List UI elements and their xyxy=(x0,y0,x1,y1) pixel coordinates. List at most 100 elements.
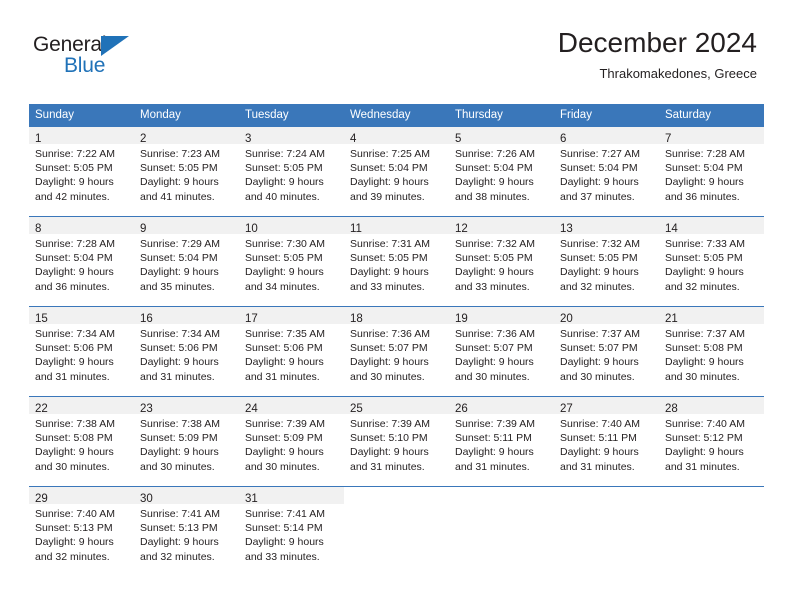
day-cell[interactable]: 15 Sunrise: 7:34 AM Sunset: 5:06 PM Dayl… xyxy=(29,306,134,397)
page-title: December 2024 xyxy=(557,27,757,58)
daylight-line-1: Daylight: 9 hours xyxy=(140,266,219,279)
day-cell[interactable]: 26 Sunrise: 7:39 AM Sunset: 5:11 PM Dayl… xyxy=(449,396,554,487)
weekday-header-tuesday: Tuesday xyxy=(239,104,344,127)
daylight-line-1: Daylight: 9 hours xyxy=(455,356,534,369)
daylight-line-1: Daylight: 9 hours xyxy=(35,446,114,459)
day-number: 31 xyxy=(245,493,258,505)
day-cell[interactable]: 12 Sunrise: 7:32 AM Sunset: 5:05 PM Dayl… xyxy=(449,216,554,307)
daylight-line-1: Daylight: 9 hours xyxy=(350,176,429,189)
daylight-line-1: Daylight: 9 hours xyxy=(140,176,219,189)
sunset-line: Sunset: 5:05 PM xyxy=(350,252,428,265)
day-cell-empty xyxy=(554,486,659,576)
day-cell[interactable]: 10 Sunrise: 7:30 AM Sunset: 5:05 PM Dayl… xyxy=(239,216,344,307)
daylight-line-2: and 31 minutes. xyxy=(140,370,215,383)
day-number: 10 xyxy=(245,223,258,235)
day-cell[interactable]: 9 Sunrise: 7:29 AM Sunset: 5:04 PM Dayli… xyxy=(134,216,239,307)
day-number: 24 xyxy=(245,403,258,415)
day-cell[interactable]: 22 Sunrise: 7:38 AM Sunset: 5:08 PM Dayl… xyxy=(29,396,134,487)
day-details: Sunrise: 7:38 AM Sunset: 5:09 PM Dayligh… xyxy=(134,414,239,474)
day-cell[interactable]: 11 Sunrise: 7:31 AM Sunset: 5:05 PM Dayl… xyxy=(344,216,449,307)
day-number-band xyxy=(449,487,554,504)
daylight-line-2: and 34 minutes. xyxy=(245,280,320,293)
sunset-line: Sunset: 5:04 PM xyxy=(140,252,218,265)
day-number: 4 xyxy=(350,133,357,145)
sunrise-line: Sunrise: 7:28 AM xyxy=(665,148,745,160)
sunset-line: Sunset: 5:08 PM xyxy=(35,432,113,445)
day-number-band: 2 xyxy=(134,127,239,145)
day-number: 27 xyxy=(560,403,573,415)
day-number-band: 22 xyxy=(29,397,134,415)
day-cell[interactable]: 1 Sunrise: 7:22 AM Sunset: 5:05 PM Dayli… xyxy=(29,127,134,217)
day-number-band: 3 xyxy=(239,127,344,145)
day-cell[interactable]: 25 Sunrise: 7:39 AM Sunset: 5:10 PM Dayl… xyxy=(344,396,449,487)
day-cell[interactable]: 23 Sunrise: 7:38 AM Sunset: 5:09 PM Dayl… xyxy=(134,396,239,487)
day-details: Sunrise: 7:40 AM Sunset: 5:13 PM Dayligh… xyxy=(29,504,134,564)
sunrise-line: Sunrise: 7:33 AM xyxy=(665,238,745,250)
day-cell[interactable]: 21 Sunrise: 7:37 AM Sunset: 5:08 PM Dayl… xyxy=(659,306,764,397)
day-details: Sunrise: 7:39 AM Sunset: 5:10 PM Dayligh… xyxy=(344,414,449,474)
day-details: Sunrise: 7:36 AM Sunset: 5:07 PM Dayligh… xyxy=(449,324,554,384)
sunrise-line: Sunrise: 7:41 AM xyxy=(140,508,220,520)
daylight-line-2: and 36 minutes. xyxy=(35,280,110,293)
daylight-line-2: and 30 minutes. xyxy=(245,460,320,473)
daylight-line-1: Daylight: 9 hours xyxy=(665,356,744,369)
day-details: Sunrise: 7:41 AM Sunset: 5:13 PM Dayligh… xyxy=(134,504,239,564)
day-cell[interactable]: 4 Sunrise: 7:25 AM Sunset: 5:04 PM Dayli… xyxy=(344,127,449,217)
day-number: 11 xyxy=(350,223,362,235)
day-cell[interactable]: 17 Sunrise: 7:35 AM Sunset: 5:06 PM Dayl… xyxy=(239,306,344,397)
day-cell[interactable]: 6 Sunrise: 7:27 AM Sunset: 5:04 PM Dayli… xyxy=(554,127,659,217)
day-number: 17 xyxy=(245,313,258,325)
day-cell[interactable]: 18 Sunrise: 7:36 AM Sunset: 5:07 PM Dayl… xyxy=(344,306,449,397)
calendar-week-row: 8 Sunrise: 7:28 AM Sunset: 5:04 PM Dayli… xyxy=(29,216,764,307)
sunrise-line: Sunrise: 7:26 AM xyxy=(455,148,535,160)
day-cell[interactable]: 13 Sunrise: 7:32 AM Sunset: 5:05 PM Dayl… xyxy=(554,216,659,307)
sunset-line: Sunset: 5:06 PM xyxy=(140,342,218,355)
day-cell[interactable]: 19 Sunrise: 7:36 AM Sunset: 5:07 PM Dayl… xyxy=(449,306,554,397)
day-details: Sunrise: 7:26 AM Sunset: 5:04 PM Dayligh… xyxy=(449,144,554,204)
day-cell[interactable]: 24 Sunrise: 7:39 AM Sunset: 5:09 PM Dayl… xyxy=(239,396,344,487)
day-cell[interactable]: 20 Sunrise: 7:37 AM Sunset: 5:07 PM Dayl… xyxy=(554,306,659,397)
day-cell[interactable]: 5 Sunrise: 7:26 AM Sunset: 5:04 PM Dayli… xyxy=(449,127,554,217)
day-cell[interactable]: 3 Sunrise: 7:24 AM Sunset: 5:05 PM Dayli… xyxy=(239,127,344,217)
day-number: 25 xyxy=(350,403,363,415)
day-number: 2 xyxy=(140,133,147,145)
daylight-line-1: Daylight: 9 hours xyxy=(245,446,324,459)
sunset-line: Sunset: 5:04 PM xyxy=(35,252,113,265)
day-cell[interactable]: 27 Sunrise: 7:40 AM Sunset: 5:11 PM Dayl… xyxy=(554,396,659,487)
day-number-band: 6 xyxy=(554,127,659,145)
day-details: Sunrise: 7:24 AM Sunset: 5:05 PM Dayligh… xyxy=(239,144,344,204)
day-cell[interactable]: 31 Sunrise: 7:41 AM Sunset: 5:14 PM Dayl… xyxy=(239,486,344,576)
weekday-header-sunday: Sunday xyxy=(29,104,134,127)
day-details: Sunrise: 7:29 AM Sunset: 5:04 PM Dayligh… xyxy=(134,234,239,294)
day-cell[interactable]: 2 Sunrise: 7:23 AM Sunset: 5:05 PM Dayli… xyxy=(134,127,239,217)
daylight-line-1: Daylight: 9 hours xyxy=(35,536,114,549)
sunset-line: Sunset: 5:10 PM xyxy=(350,432,428,445)
day-number-band: 18 xyxy=(344,307,449,325)
sunset-line: Sunset: 5:09 PM xyxy=(140,432,218,445)
daylight-line-1: Daylight: 9 hours xyxy=(140,356,219,369)
daylight-line-2: and 32 minutes. xyxy=(35,550,110,563)
daylight-line-1: Daylight: 9 hours xyxy=(560,356,639,369)
day-details: Sunrise: 7:38 AM Sunset: 5:08 PM Dayligh… xyxy=(29,414,134,474)
day-cell[interactable]: 30 Sunrise: 7:41 AM Sunset: 5:13 PM Dayl… xyxy=(134,486,239,576)
day-number-band: 11 xyxy=(344,217,449,235)
day-cell[interactable]: 8 Sunrise: 7:28 AM Sunset: 5:04 PM Dayli… xyxy=(29,216,134,307)
sunrise-sunset-calendar: Sunday Monday Tuesday Wednesday Thursday… xyxy=(29,104,764,576)
daylight-line-2: and 33 minutes. xyxy=(350,280,425,293)
daylight-line-2: and 31 minutes. xyxy=(560,460,635,473)
daylight-line-1: Daylight: 9 hours xyxy=(455,446,534,459)
sunset-line: Sunset: 5:06 PM xyxy=(245,342,323,355)
sunset-line: Sunset: 5:13 PM xyxy=(140,522,218,535)
daylight-line-2: and 30 minutes. xyxy=(350,370,425,383)
day-number: 28 xyxy=(665,403,678,415)
day-cell[interactable]: 28 Sunrise: 7:40 AM Sunset: 5:12 PM Dayl… xyxy=(659,396,764,487)
day-cell[interactable]: 7 Sunrise: 7:28 AM Sunset: 5:04 PM Dayli… xyxy=(659,127,764,217)
day-cell[interactable]: 16 Sunrise: 7:34 AM Sunset: 5:06 PM Dayl… xyxy=(134,306,239,397)
day-number-band: 23 xyxy=(134,397,239,415)
day-cell-empty xyxy=(449,486,554,576)
day-number-band: 31 xyxy=(239,487,344,505)
sunrise-line: Sunrise: 7:31 AM xyxy=(350,238,430,250)
day-number-band: 19 xyxy=(449,307,554,325)
day-cell[interactable]: 14 Sunrise: 7:33 AM Sunset: 5:05 PM Dayl… xyxy=(659,216,764,307)
day-cell[interactable]: 29 Sunrise: 7:40 AM Sunset: 5:13 PM Dayl… xyxy=(29,486,134,576)
